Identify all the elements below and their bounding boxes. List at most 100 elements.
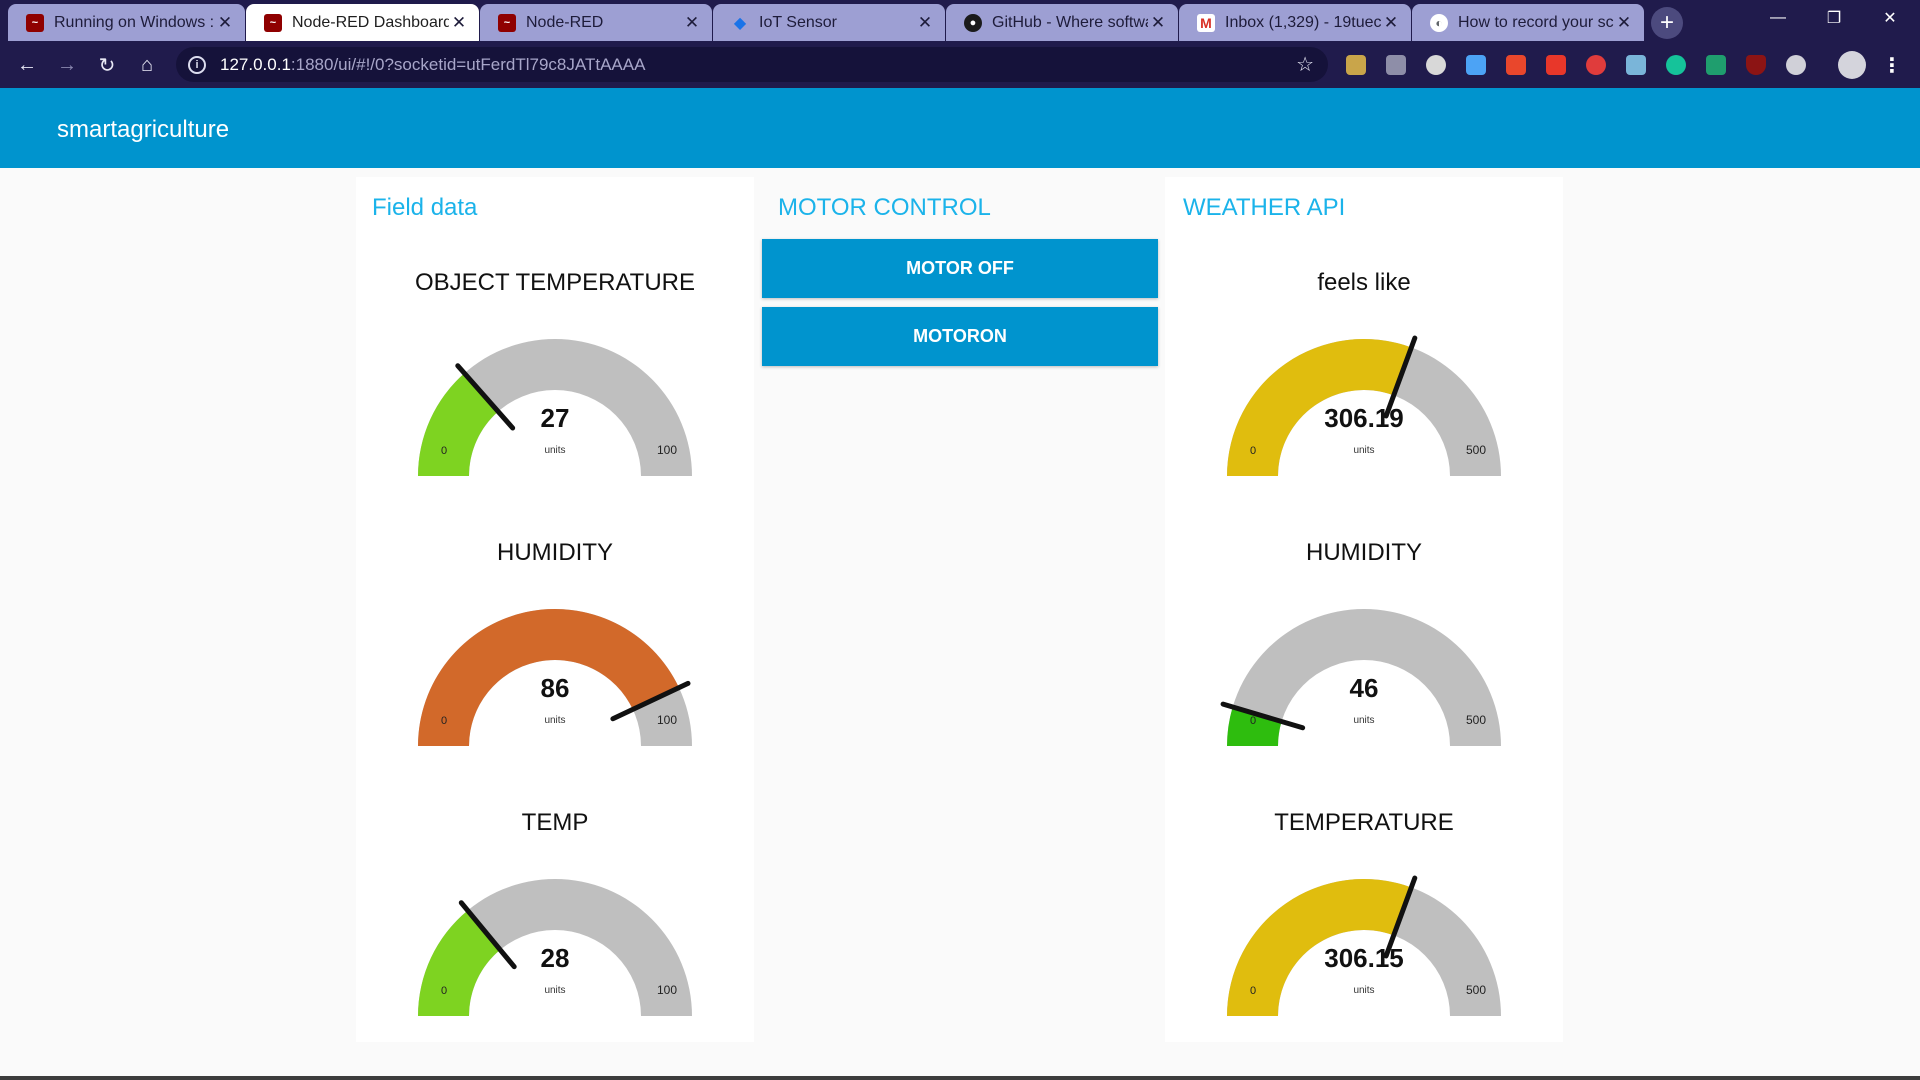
- github-icon: ●: [964, 13, 982, 32]
- gauge-min: 0: [440, 715, 448, 727]
- close-icon[interactable]: ✕: [1381, 13, 1401, 33]
- extension-icon[interactable]: [1466, 55, 1486, 75]
- gauge-temp: TEMP 28 units 0 100: [356, 779, 754, 1049]
- extension-icon[interactable]: [1626, 55, 1646, 75]
- browser-menu-icon[interactable]: ⋮: [1882, 53, 1902, 78]
- gauge-max: 100: [656, 713, 678, 727]
- gauge-units: units: [544, 715, 566, 726]
- extension-icon[interactable]: [1546, 55, 1566, 75]
- gauge-min: 0: [1249, 985, 1257, 997]
- group-title: MOTOR CONTROL: [778, 194, 991, 221]
- gauge-max: 100: [656, 443, 678, 457]
- close-icon[interactable]: ✕: [1614, 13, 1634, 33]
- group-motor-control: MOTOR CONTROL MOTOR OFF MOTORON: [760, 177, 1158, 367]
- node-red-icon: ~: [498, 13, 516, 32]
- gauge-weather-humidity: HUMIDITY 46 units 0 500: [1165, 509, 1563, 779]
- gauge-value: 86: [540, 673, 570, 703]
- close-icon[interactable]: ✕: [215, 13, 235, 33]
- gauge-max: 100: [656, 983, 678, 997]
- gauge-feels-like: feels like 306.19 units 0 500: [1165, 239, 1563, 509]
- gauge-value: 27: [540, 403, 570, 433]
- tab-title: Node-RED Dashboard: [292, 13, 449, 31]
- web-icon: ◐: [1430, 13, 1448, 32]
- tab-how-to-record[interactable]: ◐ How to record your scr ✕: [1412, 4, 1644, 41]
- browser-toolbar: ← → ↻ ⌂ i 127.0.0.1:1880/ui/#!/0?socketi…: [0, 41, 1920, 88]
- extension-icon[interactable]: [1346, 55, 1366, 75]
- restore-icon[interactable]: ❐: [1806, 0, 1862, 36]
- tab-github[interactable]: ● GitHub - Where softwa ✕: [946, 4, 1178, 41]
- gauge-units: units: [1353, 715, 1375, 726]
- gauge-max: 500: [1465, 983, 1487, 997]
- gauge-units: units: [544, 445, 566, 456]
- close-icon[interactable]: ✕: [915, 13, 935, 33]
- taskbar-edge: [0, 1076, 1920, 1080]
- gauge-min: 0: [1249, 715, 1257, 727]
- gauge-dial: [1227, 335, 1501, 476]
- group-title: Field data: [372, 194, 478, 221]
- close-icon[interactable]: ✕: [449, 13, 469, 33]
- tab-title: Inbox (1,329) - 19tuec: [1225, 13, 1381, 31]
- gauge-max: 500: [1465, 443, 1487, 457]
- dashboard-header: smartagriculture: [0, 88, 1920, 168]
- ublock-icon[interactable]: [1746, 55, 1766, 75]
- back-arrow-icon[interactable]: ←: [12, 50, 42, 80]
- gauge-object-temperature: OBJECT TEMPERATURE 27 units 0 100: [356, 239, 754, 509]
- iot-icon: ◆: [733, 14, 747, 32]
- url-path: :1880/ui/#!/0?socketid=utFerdTl79c8JATtA…: [290, 54, 646, 74]
- close-icon[interactable]: ✕: [682, 13, 702, 33]
- tab-gmail-inbox[interactable]: M Inbox (1,329) - 19tuec ✕: [1179, 4, 1411, 41]
- url-host: 127.0.0.1: [220, 54, 291, 74]
- gauge-weather-temperature: TEMPERATURE 306.15 units 0 500: [1165, 779, 1563, 1049]
- bookmark-star-icon[interactable]: ☆: [1296, 52, 1314, 77]
- profile-avatar[interactable]: [1838, 51, 1866, 79]
- close-window-icon[interactable]: ✕: [1862, 0, 1918, 36]
- gauge-dial: [1220, 609, 1501, 746]
- gauge-min: 0: [440, 445, 448, 457]
- gauge-dial: [418, 609, 692, 746]
- gauge-units: units: [1353, 445, 1375, 456]
- tab-iot-sensor[interactable]: ◆ IoT Sensor ✕: [713, 4, 945, 41]
- browser-tab-bar: ~ Running on Windows : ✕ ~ Node-RED Dash…: [0, 0, 1920, 41]
- group-title: WEATHER API: [1183, 194, 1346, 221]
- dashboard-title: smartagriculture: [57, 116, 230, 143]
- tab-title: Running on Windows :: [54, 13, 215, 31]
- site-info-icon[interactable]: i: [188, 55, 206, 74]
- extension-icon[interactable]: [1786, 55, 1806, 75]
- group-field-data: Field data OBJECT TEMPERATURE 27 units 0…: [356, 177, 754, 1042]
- gauge-value: 46: [1349, 673, 1379, 703]
- gauge-units: units: [1353, 985, 1375, 996]
- extension-icon[interactable]: [1586, 55, 1606, 75]
- address-bar[interactable]: i 127.0.0.1:1880/ui/#!/0?socketid=utFerd…: [176, 47, 1328, 82]
- gauge-value: 306.19: [1324, 403, 1404, 433]
- extension-icon[interactable]: [1426, 55, 1446, 75]
- forward-arrow-icon[interactable]: →: [52, 50, 82, 80]
- gauge-units: units: [544, 985, 566, 996]
- tab-running-on-windows[interactable]: ~ Running on Windows : ✕: [8, 4, 245, 41]
- group-weather-api: WEATHER API feels like 306.19 units 0 50…: [1165, 177, 1563, 1042]
- close-icon[interactable]: ✕: [1148, 13, 1168, 33]
- gauge-dial: [418, 879, 692, 1016]
- gauge-max: 500: [1465, 713, 1487, 727]
- gauge-value: 306.15: [1324, 943, 1404, 973]
- extension-icon[interactable]: [1386, 55, 1406, 75]
- tab-title: Node-RED: [526, 13, 604, 31]
- gauge-min: 0: [440, 985, 448, 997]
- gauge-humidity: HUMIDITY 86 units 0 100: [356, 509, 754, 779]
- minimize-icon[interactable]: —: [1750, 0, 1806, 36]
- tab-title: How to record your scr: [1458, 13, 1614, 31]
- grammarly-icon[interactable]: [1666, 55, 1686, 75]
- new-tab-button[interactable]: +: [1651, 7, 1683, 39]
- motor-off-button[interactable]: MOTOR OFF: [762, 239, 1158, 298]
- tab-node-red[interactable]: ~ Node-RED ✕: [480, 4, 712, 41]
- gmail-icon: M: [1197, 13, 1215, 32]
- node-red-icon: ~: [264, 13, 282, 32]
- extension-icon[interactable]: [1706, 55, 1726, 75]
- gauge-dial: [418, 339, 692, 476]
- node-red-icon: ~: [26, 13, 44, 32]
- motor-on-button[interactable]: MOTORON: [762, 307, 1158, 366]
- reload-icon[interactable]: ↻: [92, 50, 122, 80]
- home-icon[interactable]: ⌂: [132, 50, 162, 80]
- tab-title: IoT Sensor: [759, 13, 837, 31]
- tab-node-red-dashboard[interactable]: ~ Node-RED Dashboard ✕: [246, 4, 479, 41]
- extension-icon[interactable]: [1506, 55, 1526, 75]
